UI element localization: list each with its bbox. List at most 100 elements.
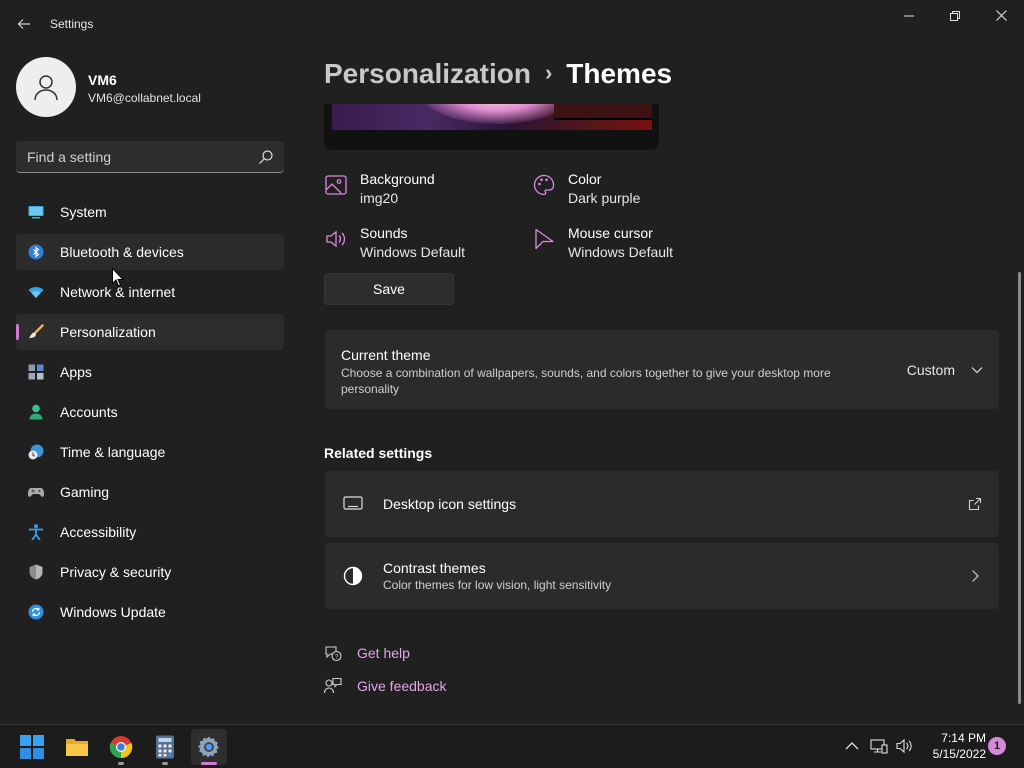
- notification-badge[interactable]: 1: [988, 737, 1006, 755]
- running-indicator: [162, 762, 168, 765]
- clock-date: 5/15/2022: [932, 747, 986, 761]
- windows-update-icon: [28, 604, 44, 620]
- back-arrow-icon: [17, 19, 30, 29]
- close-button[interactable]: [978, 6, 1024, 28]
- user-profile[interactable]: VM6 VM6@collabnet.local: [16, 57, 286, 117]
- network-icon[interactable]: [870, 737, 888, 755]
- page-title: Themes: [566, 58, 673, 89]
- get-help-label: Get help: [357, 645, 410, 661]
- color-property[interactable]: Color Dark purple: [532, 171, 732, 211]
- sidebar-item-personalization[interactable]: Personalization: [16, 314, 284, 350]
- settings-window: Settings VM6 VM6@collabnet.local System …: [0, 0, 1024, 724]
- contrast-themes-row[interactable]: Contrast themes Color themes for low vis…: [325, 543, 999, 609]
- user-icon: [34, 75, 58, 101]
- give-feedback-label: Give feedback: [357, 678, 447, 694]
- calculator-icon: [156, 735, 174, 759]
- minimize-icon: [904, 15, 914, 17]
- start-button[interactable]: [14, 729, 50, 765]
- theme-preview-window: [554, 104, 652, 120]
- chevron-up-icon[interactable]: [843, 737, 861, 755]
- clock-time: 7:14 PM: [941, 731, 986, 745]
- related-settings-heading: Related settings: [324, 445, 433, 461]
- active-app-indicator: [201, 762, 217, 765]
- search-input[interactable]: [16, 141, 252, 172]
- active-indicator: [16, 324, 19, 340]
- help-icon: ?: [325, 646, 342, 662]
- running-indicator: [118, 762, 124, 765]
- brush-icon: [29, 324, 44, 338]
- sidebar-item-privacy[interactable]: Privacy & security: [16, 554, 284, 590]
- restore-icon: [950, 11, 960, 21]
- current-theme-card: Current theme Choose a combination of wa…: [325, 330, 999, 409]
- mouse-cursor-property[interactable]: Mouse cursor Windows Default: [532, 225, 732, 265]
- user-name: VM6: [88, 72, 117, 88]
- sidebar-item-time-language[interactable]: Time & language: [16, 434, 284, 470]
- accessibility-icon: [28, 524, 44, 540]
- sounds-label: Sounds: [360, 225, 408, 241]
- user-email: VM6@collabnet.local: [88, 91, 201, 105]
- save-button[interactable]: Save: [324, 273, 454, 305]
- breadcrumb-parent[interactable]: Personalization: [324, 58, 531, 89]
- start-icon: [20, 735, 44, 759]
- current-theme-description: Choose a combination of wallpapers, soun…: [341, 366, 831, 396]
- file-explorer-icon: [66, 739, 88, 756]
- sidebar-item-gaming[interactable]: Gaming: [16, 474, 284, 510]
- desktop-icon-settings-label: Desktop icon settings: [383, 496, 517, 512]
- feedback-icon: [324, 677, 342, 694]
- calculator-button[interactable]: [147, 729, 183, 765]
- sidebar-item-apps[interactable]: Apps: [16, 354, 284, 390]
- sidebar-item-accounts[interactable]: Accounts: [16, 394, 284, 430]
- desktop-icon-settings-row[interactable]: Desktop icon settings: [325, 471, 999, 537]
- search-icon[interactable]: [258, 149, 274, 165]
- sidebar-item-label: Privacy & security: [60, 564, 172, 580]
- sidebar-item-label: Time & language: [60, 444, 166, 460]
- chevron-right-icon: [972, 570, 979, 582]
- mouse-cursor-label: Mouse cursor: [568, 225, 653, 241]
- sidebar-item-label: Bluetooth & devices: [60, 244, 184, 260]
- chrome-icon: [109, 736, 133, 759]
- sidebar-item-network[interactable]: Network & internet: [16, 274, 284, 310]
- contrast-themes-description: Color themes for low vision, light sensi…: [383, 578, 612, 592]
- current-theme-selected: Custom: [906, 362, 955, 378]
- sidebar-item-label: Windows Update: [60, 604, 166, 620]
- title-bar: Settings: [0, 0, 1024, 48]
- sidebar-nav: System Bluetooth & devices Network & int…: [16, 194, 284, 634]
- monitor-icon: [343, 496, 363, 510]
- restore-button[interactable]: [932, 6, 978, 28]
- sounds-value: Windows Default: [360, 244, 466, 260]
- search-box[interactable]: [16, 141, 284, 173]
- sidebar-item-label: Gaming: [60, 484, 110, 500]
- close-icon: [995, 10, 1007, 21]
- sidebar-item-system[interactable]: System: [16, 194, 284, 230]
- scrollbar[interactable]: [1018, 272, 1021, 704]
- wifi-icon: [28, 287, 44, 298]
- background-property[interactable]: Background img20: [324, 171, 524, 211]
- image-icon: [325, 175, 347, 195]
- contrast-icon: [343, 566, 363, 586]
- bluetooth-icon: [28, 244, 44, 260]
- volume-icon[interactable]: [895, 737, 913, 755]
- get-help-link[interactable]: ? Get help: [324, 642, 444, 664]
- settings-icon: [198, 736, 219, 758]
- sounds-property[interactable]: Sounds Windows Default: [324, 225, 524, 265]
- system-icon: [28, 206, 44, 219]
- current-theme-dropdown[interactable]: Custom: [907, 360, 983, 380]
- back-button[interactable]: [12, 12, 36, 36]
- sidebar-item-accessibility[interactable]: Accessibility: [16, 514, 284, 550]
- file-explorer-button[interactable]: [59, 729, 95, 765]
- chrome-button[interactable]: [103, 729, 139, 765]
- settings-taskbar-button[interactable]: [191, 729, 227, 765]
- minimize-button[interactable]: [886, 6, 932, 28]
- clock[interactable]: 7:14 PM 5/15/2022: [922, 730, 986, 762]
- mouse-cursor-value: Windows Default: [568, 244, 674, 260]
- sidebar-item-label: Apps: [60, 364, 92, 380]
- sidebar-item-windows-update[interactable]: Windows Update: [16, 594, 284, 630]
- breadcrumb: Personalization › Themes: [324, 58, 672, 94]
- shield-icon: [29, 564, 43, 580]
- sidebar-item-bluetooth[interactable]: Bluetooth & devices: [16, 234, 284, 270]
- taskbar: 7:14 PM 5/15/2022 1: [0, 724, 1024, 768]
- give-feedback-link[interactable]: Give feedback: [324, 675, 464, 697]
- apps-icon: [28, 364, 44, 380]
- sidebar-item-label: System: [60, 204, 107, 220]
- current-theme-title: Current theme: [341, 347, 431, 363]
